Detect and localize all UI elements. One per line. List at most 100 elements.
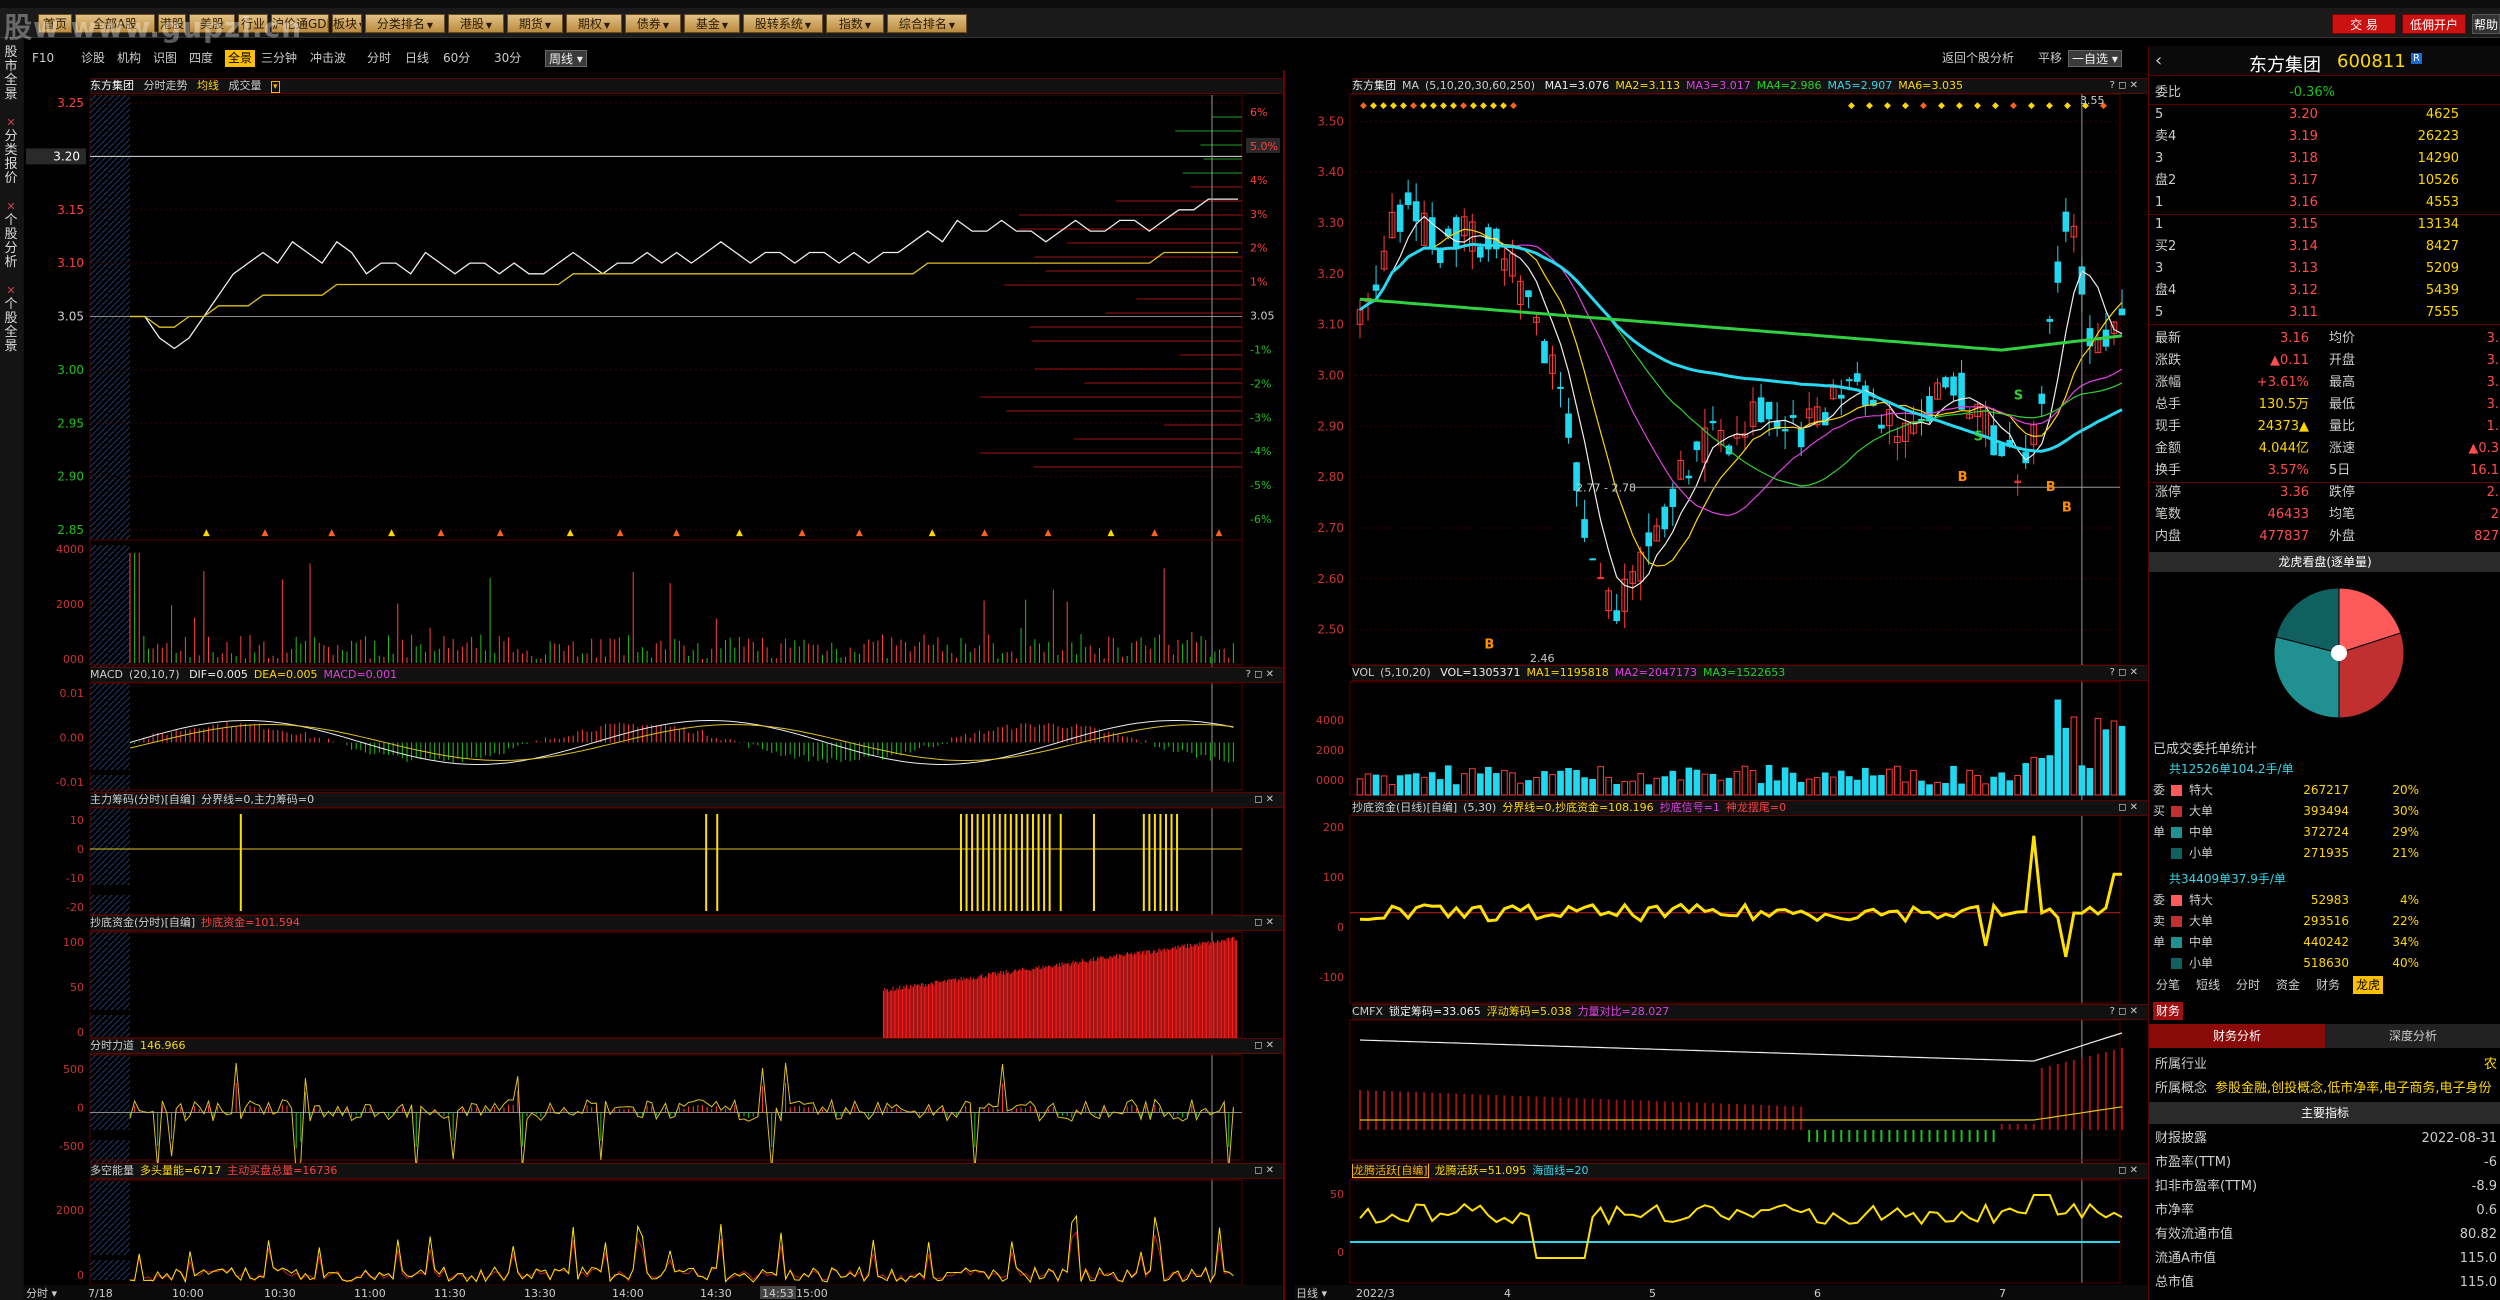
- stat-row: 金额 4.044亿 涨速 ▲0.3: [2155, 441, 2499, 456]
- quote-subtab-2[interactable]: 分时: [2233, 976, 2263, 994]
- long-short-header: 多空能量 多头量能=6717 主动买盘总量=16736 ◻ ✕: [90, 1163, 1284, 1179]
- sell-row-5[interactable]: 5 3.20 4625: [2149, 104, 2500, 126]
- macd-name[interactable]: MACD: [90, 668, 123, 681]
- menu-button-13[interactable]: 股转系统 ▼: [743, 14, 823, 33]
- time-tab-4[interactable]: 周线 ▾: [545, 50, 587, 67]
- menu-button-15[interactable]: 综合排名 ▼: [887, 14, 967, 33]
- sell-row-4[interactable]: 卖4 3.19 26223: [2149, 126, 2500, 148]
- fin-row: 流通A市值 115.0: [2155, 1251, 2497, 1266]
- stock-code: 600811: [2337, 51, 2406, 72]
- candle: [1902, 407, 1909, 459]
- signal-marker: ▲: [388, 528, 395, 538]
- sell-row-1[interactable]: 1 3.16 4553: [2149, 192, 2500, 214]
- kvol-bar: [1412, 773, 1420, 796]
- candle: [1934, 377, 1941, 400]
- order-pie-chart: [2273, 587, 2405, 719]
- candle: [2022, 434, 2030, 469]
- stat-row: 涨幅 +3.61% 最高 3.: [2155, 375, 2499, 390]
- time-tick[interactable]: 分时 ▾: [26, 1287, 57, 1300]
- time-tab-2[interactable]: 60分: [443, 50, 470, 67]
- left-tab-2[interactable]: 机构: [117, 50, 141, 67]
- stat-row: 内盘 477837 外盘 827: [2155, 529, 2499, 544]
- buy-row-4[interactable]: 盘4 3.12 5439: [2149, 280, 2500, 302]
- fin-analysis-tab[interactable]: 财务分析: [2149, 1024, 2325, 1048]
- quote-subtab-0[interactable]: 分笔: [2153, 976, 2183, 994]
- preopen-zone: [90, 545, 130, 770]
- left-tab-3[interactable]: 识图: [153, 50, 177, 67]
- bs-signal: S: [2014, 389, 2023, 404]
- menu-button-7[interactable]: 分类排名 ▼: [365, 14, 445, 33]
- price-tick: 2.85: [57, 523, 84, 537]
- weibi-row: 委比 -0.36%: [2155, 85, 2335, 100]
- side-tab-2[interactable]: ✕ 个股分析: [2, 200, 20, 270]
- candle: [1837, 379, 1845, 416]
- signal-diamond: ◆: [1420, 101, 1427, 111]
- bs-signal: B: [1484, 638, 1494, 653]
- signal-diamond: ◆: [1500, 101, 1507, 111]
- signal-marker: ▲: [736, 528, 743, 538]
- open-account-button[interactable]: 低佣开户: [2402, 14, 2466, 34]
- sell-row-3[interactable]: 3 3.18 14290: [2149, 148, 2500, 170]
- kline-tick: 3.50: [1317, 114, 1344, 128]
- close-icon[interactable]: ✕: [2, 200, 20, 214]
- buy-row-1[interactable]: 1 3.15 13134: [2149, 214, 2500, 236]
- ls-line-red: [129, 1230, 1234, 1284]
- quote-subtab-1[interactable]: 短线: [2193, 976, 2223, 994]
- bdaily-tick: 100: [1323, 871, 1344, 884]
- left-tab-5[interactable]: 全景: [225, 50, 256, 67]
- date-axis: [1294, 1285, 2148, 1300]
- menu-button-6[interactable]: 板块▼: [332, 14, 362, 33]
- flat-button[interactable]: 平移: [2038, 50, 2062, 67]
- side-tab-label: 股市全景: [4, 45, 18, 102]
- buy-row-5[interactable]: 5 3.11 7555: [2149, 302, 2500, 324]
- left-tab-1[interactable]: 诊股: [81, 50, 105, 67]
- time-tab-3[interactable]: 30分: [494, 50, 521, 67]
- stat-row: 现手 24373▲ 量比 1.: [2155, 419, 2499, 434]
- close-icon[interactable]: ✕: [2, 284, 20, 298]
- close-icon[interactable]: ✕: [2, 116, 20, 130]
- left-tab-6[interactable]: 三分钟: [261, 50, 297, 67]
- time-tab-0[interactable]: 分时: [367, 50, 391, 67]
- chevron-down-icon: ▼: [544, 21, 552, 30]
- signal-diamond: ◆: [1490, 101, 1497, 111]
- back-icon[interactable]: ‹: [2155, 50, 2162, 71]
- sell-row-2[interactable]: 盘2 3.17 10526: [2149, 170, 2500, 192]
- kvol-bar: [1765, 765, 1773, 796]
- dropdown-icon[interactable]: ▾: [271, 81, 280, 93]
- kvol-bar: [1902, 781, 1909, 796]
- panel-divider[interactable]: [1283, 70, 1285, 1300]
- time-tab-1[interactable]: 日线: [405, 50, 429, 67]
- candle: [1862, 380, 1869, 416]
- quote-subtab-5[interactable]: 龙虎: [2353, 976, 2384, 994]
- left-tab-4[interactable]: 四度: [189, 50, 213, 67]
- menu-button-11[interactable]: 债券 ▼: [625, 14, 681, 33]
- deep-analysis-tab[interactable]: 深度分析: [2325, 1024, 2500, 1048]
- side-tab-3[interactable]: ✕ 个股全景: [2, 284, 20, 354]
- back-analysis-link[interactable]: 返回个股分析: [1942, 50, 2014, 67]
- chevron-down-icon: ▼: [426, 21, 434, 30]
- watchlist-select[interactable]: 一自选 ▾: [2068, 50, 2122, 67]
- time-tick: 7/18: [88, 1287, 113, 1300]
- side-tab-1[interactable]: ✕ 分类报价: [2, 116, 20, 186]
- side-tab-0[interactable]: 股市全景: [2, 46, 20, 102]
- fin-tab[interactable]: 财务: [2153, 1002, 2184, 1020]
- left-tab-7[interactable]: 冲击波: [310, 50, 346, 67]
- signal-marker: ▲: [799, 528, 806, 538]
- quote-subtab-3[interactable]: 资金: [2273, 976, 2303, 994]
- buy-row-2[interactable]: 买2 3.14 8427: [2149, 236, 2500, 258]
- menu-button-9[interactable]: 期货 ▼: [507, 14, 563, 33]
- menu-button-8[interactable]: 港股 ▼: [448, 14, 504, 33]
- menu-button-12[interactable]: 基金 ▼: [684, 14, 740, 33]
- chevron-down-icon: ▼: [662, 21, 670, 30]
- quote-subtab-4[interactable]: 财务: [2313, 976, 2343, 994]
- buy-row-3[interactable]: 3 3.13 5209: [2149, 258, 2500, 280]
- menu-button-14[interactable]: 指数 ▼: [826, 14, 884, 33]
- date-tick[interactable]: 日线 ▾: [1296, 1286, 1327, 1300]
- dif-line: [129, 720, 1234, 765]
- trade-button[interactable]: 交 易: [2332, 14, 2396, 34]
- candle: [1942, 375, 1949, 390]
- candle: [1685, 469, 1693, 485]
- left-tab-0[interactable]: F10: [32, 50, 54, 67]
- help-button[interactable]: 帮助: [2472, 14, 2500, 34]
- menu-button-10[interactable]: 期权 ▼: [566, 14, 622, 33]
